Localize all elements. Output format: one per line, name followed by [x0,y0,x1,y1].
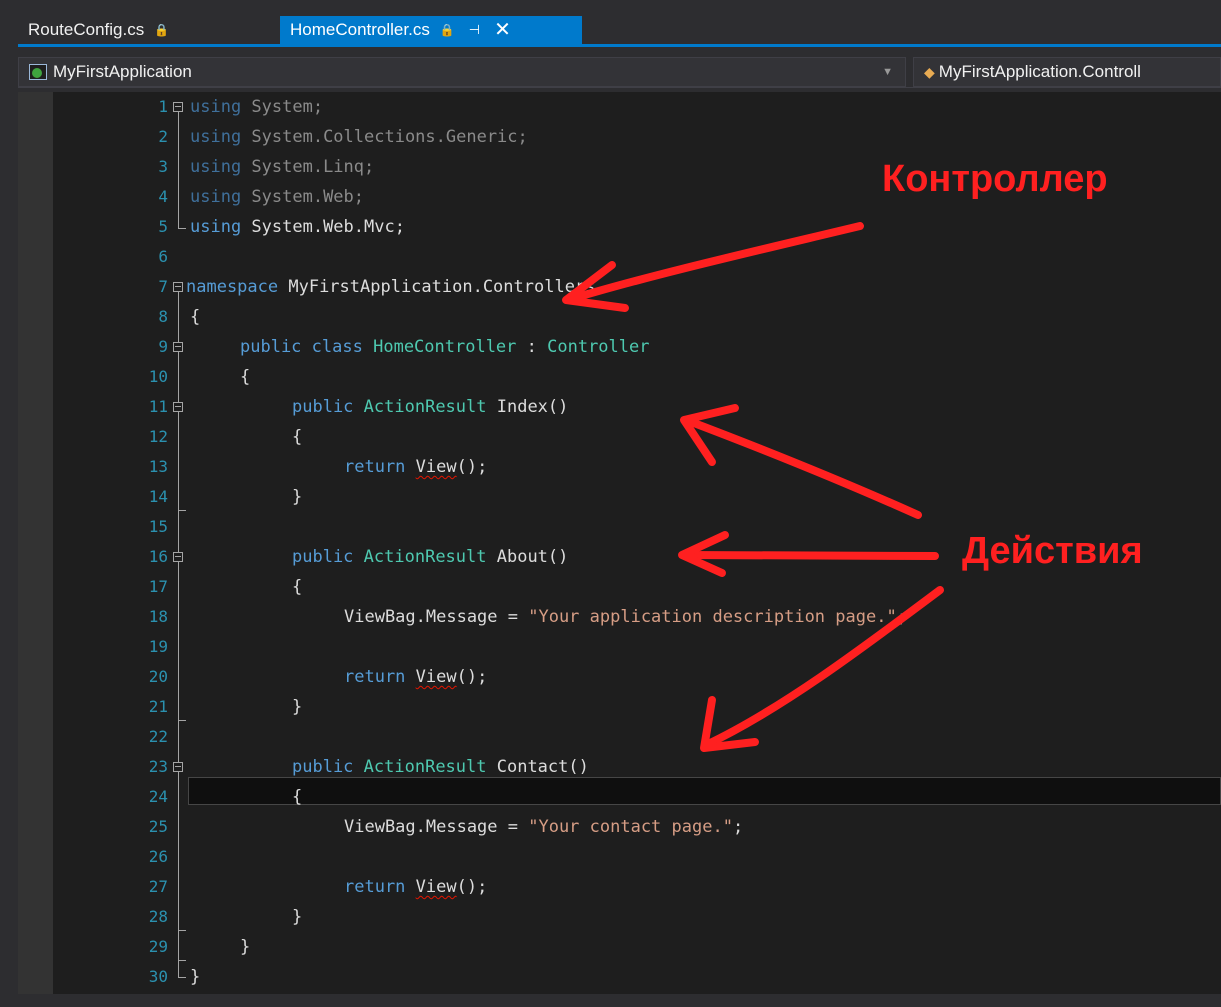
annotation-arrows [562,222,944,752]
arrow-to-contact [702,586,944,749]
arrow-to-index [682,416,922,519]
arrow-to-about [680,551,939,560]
actions-annotation: Действия [962,530,1143,572]
controller-annotation: Контроллер [882,158,1108,200]
